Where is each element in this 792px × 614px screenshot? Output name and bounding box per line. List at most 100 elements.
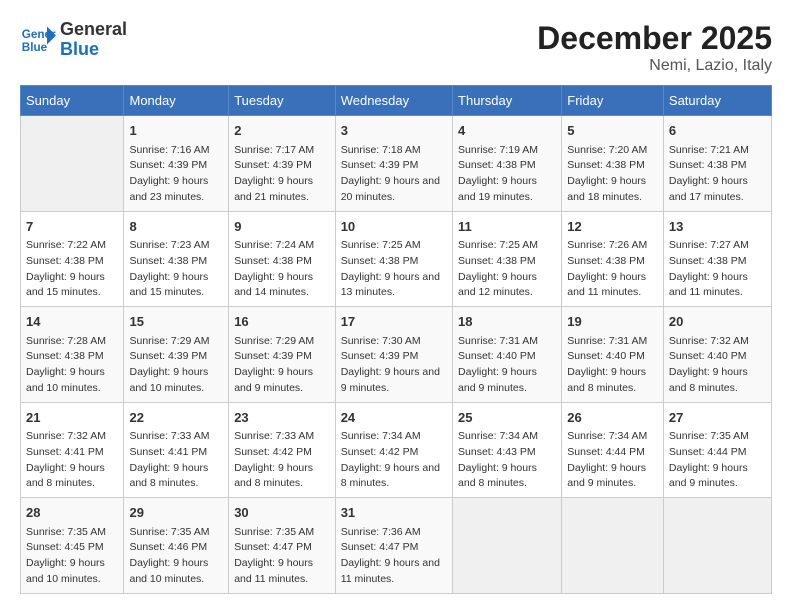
day-cell: 12Sunrise: 7:26 AMSunset: 4:38 PMDayligh… (562, 211, 664, 307)
header-day-friday: Friday (562, 86, 664, 116)
day-number: 2 (234, 121, 330, 141)
day-number: 15 (129, 312, 223, 332)
day-number: 27 (669, 408, 766, 428)
sunrise-label: Sunrise: 7:27 AM (669, 239, 749, 251)
sunset-label: Sunset: 4:39 PM (129, 159, 207, 171)
page-header: General Blue GeneralBlue December 2025 N… (20, 20, 772, 75)
sunrise-label: Sunrise: 7:35 AM (129, 526, 209, 538)
day-number: 11 (458, 217, 556, 237)
daylight-label: Daylight: 9 hours and 12 minutes. (458, 271, 537, 299)
header-day-thursday: Thursday (453, 86, 562, 116)
sunset-label: Sunset: 4:38 PM (234, 255, 312, 267)
day-number: 7 (26, 217, 118, 237)
day-number: 25 (458, 408, 556, 428)
day-cell (663, 498, 771, 594)
day-number: 30 (234, 503, 330, 523)
day-cell: 14Sunrise: 7:28 AMSunset: 4:38 PMDayligh… (21, 307, 124, 403)
day-cell: 22Sunrise: 7:33 AMSunset: 4:41 PMDayligh… (124, 402, 229, 498)
day-number: 1 (129, 121, 223, 141)
daylight-label: Daylight: 9 hours and 10 minutes. (129, 366, 208, 394)
sunrise-label: Sunrise: 7:17 AM (234, 144, 314, 156)
day-cell: 15Sunrise: 7:29 AMSunset: 4:39 PMDayligh… (124, 307, 229, 403)
sunset-label: Sunset: 4:38 PM (26, 255, 104, 267)
sunrise-label: Sunrise: 7:35 AM (669, 430, 749, 442)
daylight-label: Daylight: 9 hours and 11 minutes. (341, 557, 440, 585)
sunset-label: Sunset: 4:38 PM (341, 255, 419, 267)
sunrise-label: Sunrise: 7:32 AM (669, 335, 749, 347)
sunrise-label: Sunrise: 7:35 AM (234, 526, 314, 538)
sunrise-label: Sunrise: 7:16 AM (129, 144, 209, 156)
sunset-label: Sunset: 4:39 PM (234, 159, 312, 171)
sunrise-label: Sunrise: 7:20 AM (567, 144, 647, 156)
daylight-label: Daylight: 9 hours and 23 minutes. (129, 175, 208, 203)
daylight-label: Daylight: 9 hours and 8 minutes. (458, 462, 537, 490)
daylight-label: Daylight: 9 hours and 15 minutes. (129, 271, 208, 299)
daylight-label: Daylight: 9 hours and 15 minutes. (26, 271, 105, 299)
day-cell: 4Sunrise: 7:19 AMSunset: 4:38 PMDaylight… (453, 116, 562, 212)
sunrise-label: Sunrise: 7:34 AM (567, 430, 647, 442)
calendar-header-row: SundayMondayTuesdayWednesdayThursdayFrid… (21, 86, 772, 116)
daylight-label: Daylight: 9 hours and 11 minutes. (567, 271, 646, 299)
daylight-label: Daylight: 9 hours and 9 minutes. (234, 366, 313, 394)
daylight-label: Daylight: 9 hours and 10 minutes. (129, 557, 208, 585)
day-cell: 19Sunrise: 7:31 AMSunset: 4:40 PMDayligh… (562, 307, 664, 403)
sunrise-label: Sunrise: 7:22 AM (26, 239, 106, 251)
sunset-label: Sunset: 4:40 PM (567, 350, 645, 362)
header-day-wednesday: Wednesday (335, 86, 452, 116)
day-cell: 17Sunrise: 7:30 AMSunset: 4:39 PMDayligh… (335, 307, 452, 403)
sunrise-label: Sunrise: 7:29 AM (129, 335, 209, 347)
week-row-4: 21Sunrise: 7:32 AMSunset: 4:41 PMDayligh… (21, 402, 772, 498)
day-cell: 16Sunrise: 7:29 AMSunset: 4:39 PMDayligh… (229, 307, 336, 403)
day-number: 26 (567, 408, 658, 428)
day-number: 12 (567, 217, 658, 237)
sunrise-label: Sunrise: 7:35 AM (26, 526, 106, 538)
sunset-label: Sunset: 4:44 PM (567, 446, 645, 458)
svg-text:Blue: Blue (22, 41, 48, 54)
sunset-label: Sunset: 4:44 PM (669, 446, 747, 458)
day-number: 24 (341, 408, 447, 428)
sunset-label: Sunset: 4:38 PM (26, 350, 104, 362)
sunset-label: Sunset: 4:47 PM (341, 541, 419, 553)
day-number: 19 (567, 312, 658, 332)
daylight-label: Daylight: 9 hours and 17 minutes. (669, 175, 748, 203)
day-cell (453, 498, 562, 594)
day-cell: 21Sunrise: 7:32 AMSunset: 4:41 PMDayligh… (21, 402, 124, 498)
daylight-label: Daylight: 9 hours and 9 minutes. (567, 462, 646, 490)
day-cell (21, 116, 124, 212)
week-row-2: 7 Sunrise: 7:22 AM Sunset: 4:38 PM Daylight… (21, 211, 772, 307)
day-number: 29 (129, 503, 223, 523)
day-number: 23 (234, 408, 330, 428)
daylight-label: Daylight: 9 hours and 20 minutes. (341, 175, 440, 203)
calendar-table: SundayMondayTuesdayWednesdayThursdayFrid… (20, 85, 772, 594)
day-cell: 18Sunrise: 7:31 AMSunset: 4:40 PMDayligh… (453, 307, 562, 403)
sunrise-label: Sunrise: 7:25 AM (341, 239, 421, 251)
day-cell: 27Sunrise: 7:35 AMSunset: 4:44 PMDayligh… (663, 402, 771, 498)
day-cell: 8Sunrise: 7:23 AMSunset: 4:38 PMDaylight… (124, 211, 229, 307)
header-day-tuesday: Tuesday (229, 86, 336, 116)
daylight-label: Daylight: 9 hours and 10 minutes. (26, 366, 105, 394)
daylight-label: Daylight: 9 hours and 10 minutes. (26, 557, 105, 585)
day-number: 22 (129, 408, 223, 428)
day-cell: 31Sunrise: 7:36 AMSunset: 4:47 PMDayligh… (335, 498, 452, 594)
sunset-label: Sunset: 4:45 PM (26, 541, 104, 553)
sunset-label: Sunset: 4:39 PM (234, 350, 312, 362)
daylight-label: Daylight: 9 hours and 8 minutes. (129, 462, 208, 490)
day-number: 4 (458, 121, 556, 141)
daylight-label: Daylight: 9 hours and 8 minutes. (234, 462, 313, 490)
daylight-label: Daylight: 9 hours and 11 minutes. (234, 557, 313, 585)
sunset-label: Sunset: 4:42 PM (234, 446, 312, 458)
location-title: Nemi, Lazio, Italy (537, 57, 772, 75)
sunset-label: Sunset: 4:43 PM (458, 446, 536, 458)
day-number: 31 (341, 503, 447, 523)
day-cell: 13Sunrise: 7:27 AMSunset: 4:38 PMDayligh… (663, 211, 771, 307)
day-number: 3 (341, 121, 447, 141)
sunset-label: Sunset: 4:41 PM (129, 446, 207, 458)
day-number: 10 (341, 217, 447, 237)
sunset-label: Sunset: 4:40 PM (458, 350, 536, 362)
daylight-label: Daylight: 9 hours and 19 minutes. (458, 175, 537, 203)
sunset-label: Sunset: 4:39 PM (341, 350, 419, 362)
day-cell: 5Sunrise: 7:20 AMSunset: 4:38 PMDaylight… (562, 116, 664, 212)
day-cell: 2Sunrise: 7:17 AMSunset: 4:39 PMDaylight… (229, 116, 336, 212)
sunrise-label: Sunrise: 7:34 AM (458, 430, 538, 442)
sunset-label: Sunset: 4:38 PM (669, 159, 747, 171)
